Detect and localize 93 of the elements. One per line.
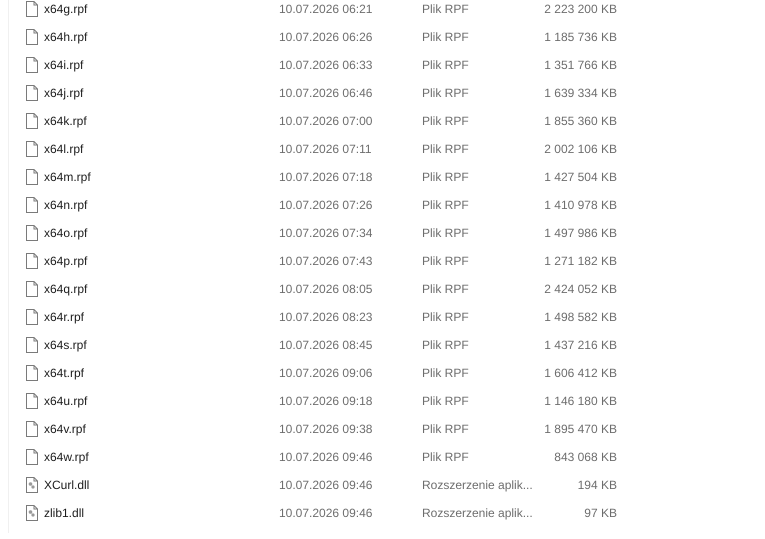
file-size: 1 498 582 KB bbox=[543, 310, 617, 324]
date-modified: 10.07.2026 09:46 bbox=[279, 478, 374, 492]
date-modified: 10.07.2026 06:46 bbox=[279, 86, 374, 100]
file-name[interactable]: x64m.rpf bbox=[44, 170, 279, 184]
file-size: 1 410 978 KB bbox=[543, 198, 617, 212]
file-icon bbox=[26, 169, 38, 185]
date-modified: 10.07.2026 06:21 bbox=[279, 2, 374, 16]
file-icon bbox=[26, 197, 38, 213]
file-name[interactable]: x64o.rpf bbox=[44, 226, 279, 240]
file-type: Rozszerzenie aplik... bbox=[422, 478, 532, 492]
date-modified: 10.07.2026 09:38 bbox=[279, 422, 374, 436]
file-type: Plik RPF bbox=[422, 338, 470, 352]
date-modified: 10.07.2026 06:33 bbox=[279, 58, 374, 72]
file-type: Plik RPF bbox=[422, 310, 470, 324]
file-icon bbox=[26, 57, 38, 73]
file-size: 2 002 106 KB bbox=[543, 142, 617, 156]
file-name[interactable]: x64h.rpf bbox=[44, 30, 279, 44]
date-modified: 10.07.2026 09:18 bbox=[279, 394, 374, 408]
file-name[interactable]: x64t.rpf bbox=[44, 366, 279, 380]
file-size: 1 185 736 KB bbox=[543, 30, 617, 44]
file-size: 1 606 412 KB bbox=[543, 366, 617, 380]
file-name[interactable]: x64j.rpf bbox=[44, 86, 279, 100]
file-icon bbox=[26, 309, 38, 325]
file-name[interactable]: x64n.rpf bbox=[44, 198, 279, 212]
file-type: Plik RPF bbox=[422, 394, 470, 408]
file-icon bbox=[26, 253, 38, 269]
date-modified: 10.07.2026 09:06 bbox=[279, 366, 374, 380]
file-icon bbox=[26, 281, 38, 297]
file-name[interactable]: x64s.rpf bbox=[44, 338, 279, 352]
file-name[interactable]: x64v.rpf bbox=[44, 422, 279, 436]
file-type: Plik RPF bbox=[422, 86, 470, 100]
file-name[interactable]: XCurl.dll bbox=[44, 478, 279, 492]
date-modified: 10.07.2026 07:34 bbox=[279, 226, 374, 240]
file-name[interactable]: x64l.rpf bbox=[44, 142, 279, 156]
file-icon bbox=[26, 113, 38, 129]
date-modified: 10.07.2026 08:23 bbox=[279, 310, 374, 324]
file-type: Rozszerzenie aplik... bbox=[422, 506, 532, 520]
file-size: 1 437 216 KB bbox=[543, 338, 617, 352]
file-icon bbox=[26, 421, 38, 437]
file-type: Plik RPF bbox=[422, 30, 470, 44]
date-modified: 10.07.2026 07:11 bbox=[279, 142, 373, 156]
file-size: 97 KB bbox=[583, 506, 617, 520]
file-name[interactable]: x64w.rpf bbox=[44, 450, 279, 464]
file-name[interactable]: x64q.rpf bbox=[44, 282, 279, 296]
file-type: Plik RPF bbox=[422, 198, 470, 212]
file-name[interactable]: zlib1.dll bbox=[44, 506, 279, 520]
date-modified: 10.07.2026 09:46 bbox=[279, 450, 374, 464]
file-size: 1 895 470 KB bbox=[543, 422, 617, 436]
file-size: 843 068 KB bbox=[553, 450, 617, 464]
file-icon bbox=[26, 1, 38, 17]
file-name[interactable]: x64g.rpf bbox=[44, 2, 279, 16]
date-modified: 10.07.2026 06:26 bbox=[279, 30, 374, 44]
file-type: Plik RPF bbox=[422, 2, 470, 16]
date-modified: 10.07.2026 09:46 bbox=[279, 506, 374, 520]
file-type: Plik RPF bbox=[422, 282, 470, 296]
file-size: 1 855 360 KB bbox=[543, 114, 617, 128]
file-name[interactable]: x64k.rpf bbox=[44, 114, 279, 128]
file-type: Plik RPF bbox=[422, 422, 470, 436]
file-size: 194 KB bbox=[576, 478, 617, 492]
file-type: Plik RPF bbox=[422, 58, 470, 72]
file-size: 2 223 200 KB bbox=[543, 2, 617, 16]
file-type: Plik RPF bbox=[422, 366, 470, 380]
file-type: Plik RPF bbox=[422, 450, 470, 464]
file-icon bbox=[26, 449, 38, 465]
file-size: 2 424 052 KB bbox=[543, 282, 617, 296]
date-modified: 10.07.2026 08:05 bbox=[279, 282, 374, 296]
file-size: 1 639 334 KB bbox=[543, 86, 617, 100]
file-type: Plik RPF bbox=[422, 170, 470, 184]
file-size: 1 427 504 KB bbox=[543, 170, 617, 184]
file-type: Plik RPF bbox=[422, 142, 470, 156]
file-icon bbox=[26, 85, 38, 101]
file-type: Plik RPF bbox=[422, 254, 470, 268]
date-modified: 10.07.2026 08:45 bbox=[279, 338, 374, 352]
file-size: 1 146 180 KB bbox=[543, 394, 617, 408]
file-icon bbox=[26, 141, 38, 157]
date-modified: 10.07.2026 07:00 bbox=[279, 114, 374, 128]
file-icon bbox=[26, 29, 38, 45]
file-type: Plik RPF bbox=[422, 114, 470, 128]
file-name[interactable]: x64p.rpf bbox=[44, 254, 279, 268]
file-size: 1 271 182 KB bbox=[543, 254, 617, 268]
file-icon bbox=[26, 225, 38, 241]
file-size: 1 497 986 KB bbox=[543, 226, 617, 240]
file-name[interactable]: x64r.rpf bbox=[44, 310, 279, 324]
date-modified: 10.07.2026 07:26 bbox=[279, 198, 374, 212]
file-name[interactable]: x64i.rpf bbox=[44, 58, 279, 72]
file-icon bbox=[26, 337, 38, 353]
file-name[interactable]: x64u.rpf bbox=[44, 394, 279, 408]
date-modified: 10.07.2026 07:43 bbox=[279, 254, 374, 268]
date-modified: 10.07.2026 07:18 bbox=[279, 170, 374, 184]
file-icon bbox=[26, 365, 38, 381]
file-size: 1 351 766 KB bbox=[543, 58, 617, 72]
file-type: Plik RPF bbox=[422, 226, 470, 240]
file-icon bbox=[26, 393, 38, 409]
